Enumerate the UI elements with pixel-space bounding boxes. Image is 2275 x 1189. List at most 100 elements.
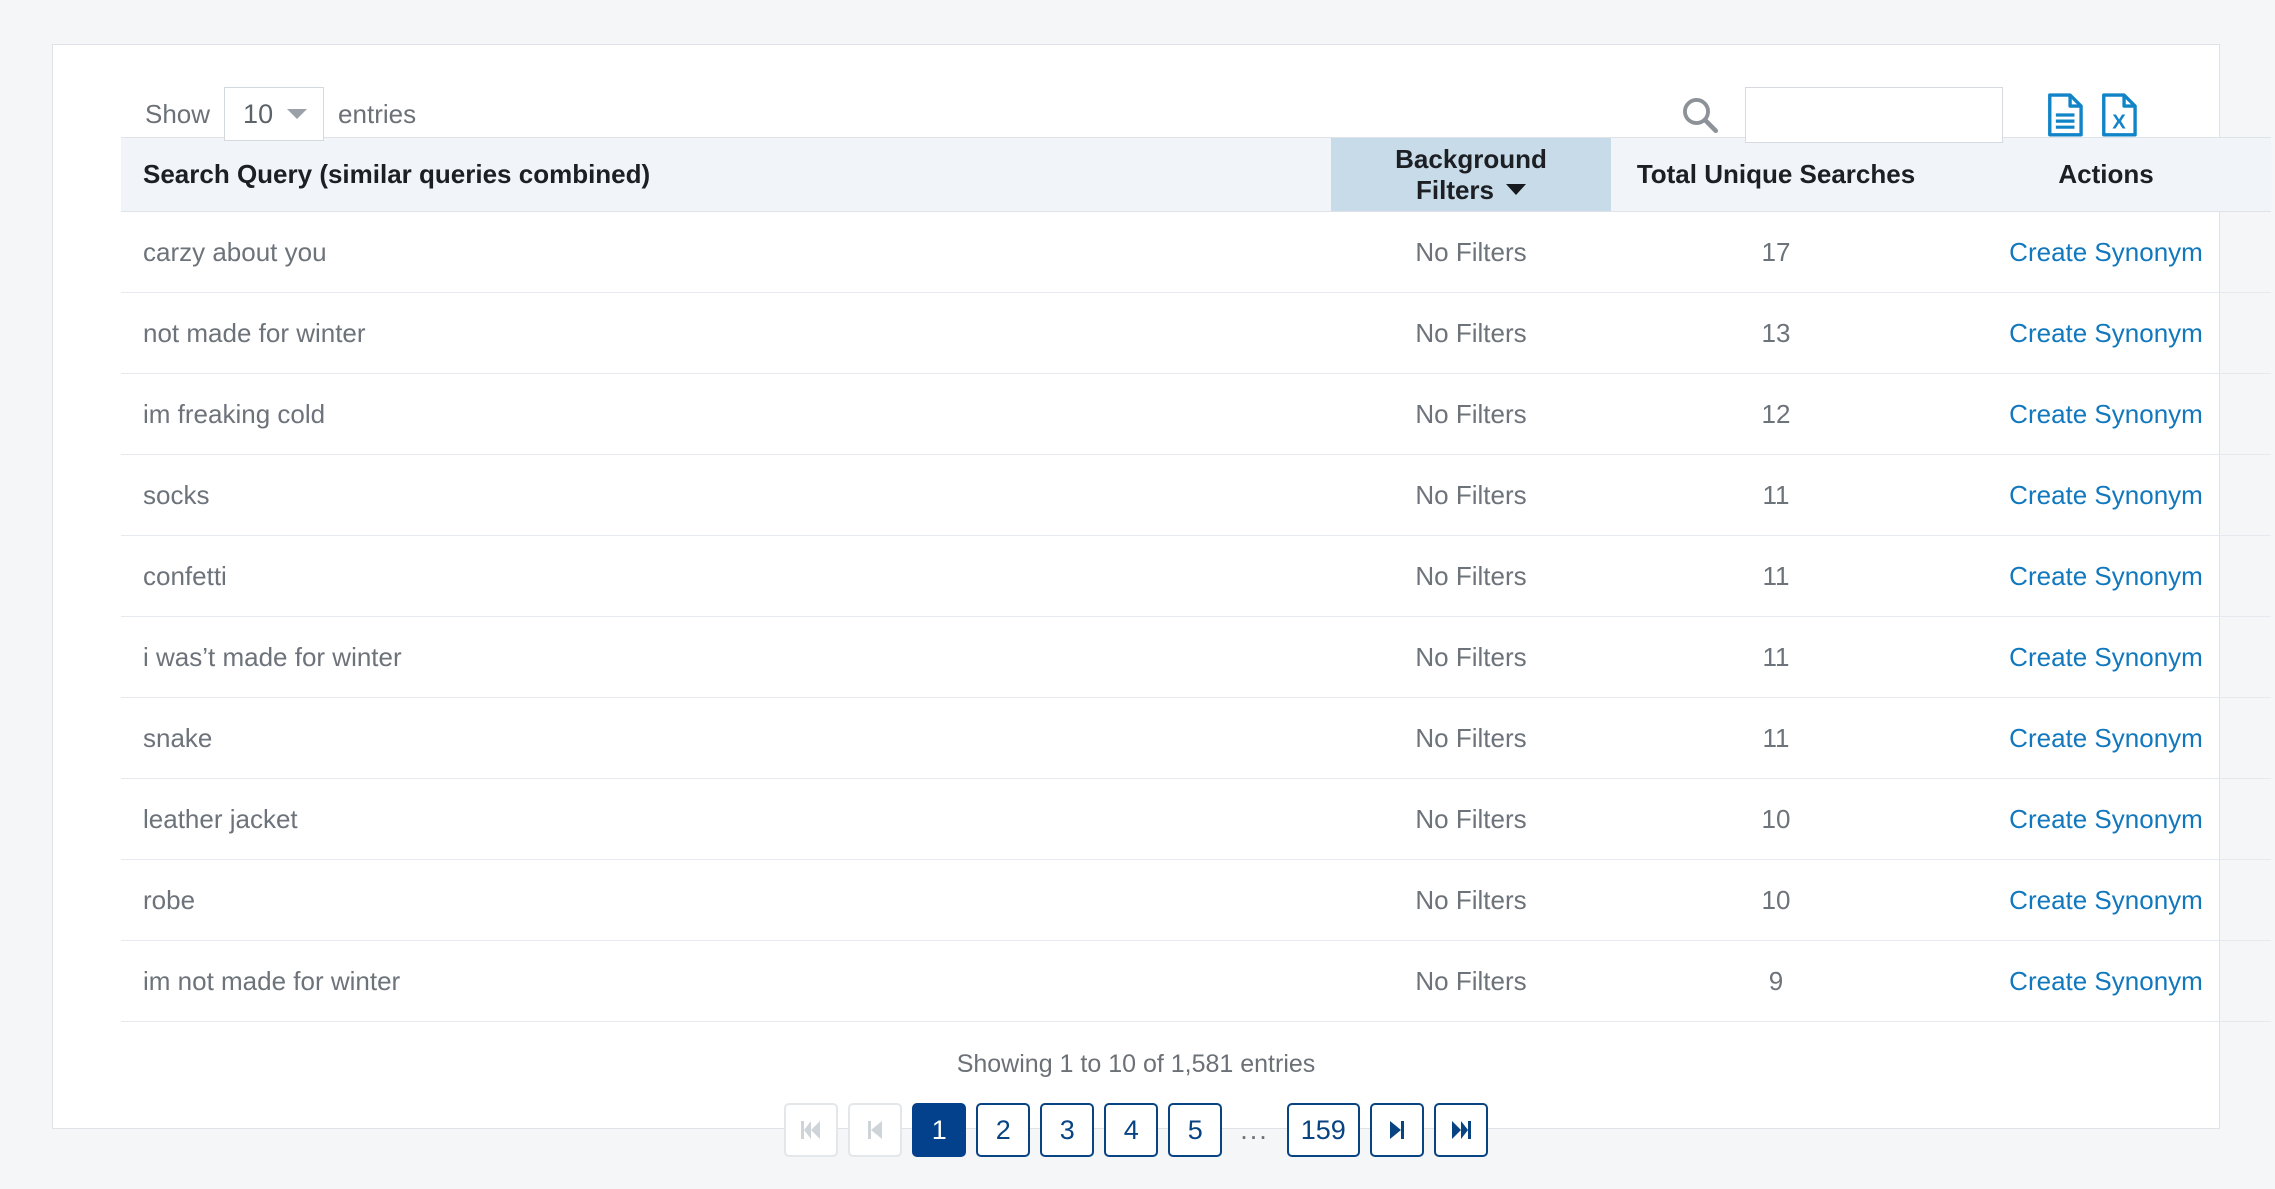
create-synonym-link[interactable]: Create Synonym [2009, 723, 2203, 753]
cell-actions: Create Synonym [1941, 454, 2271, 536]
create-synonym-link[interactable]: Create Synonym [2009, 966, 2203, 996]
page-length-select[interactable]: 10 [224, 87, 325, 141]
page-length-suffix: entries [338, 98, 417, 129]
table-body: carzy about you No Filters 17 Create Synony… [121, 211, 2271, 1022]
cell-search-query: socks [121, 454, 1331, 536]
table-container: Search Query (similar queries combined) … [121, 137, 2271, 1022]
cell-search-query: snake [121, 697, 1331, 779]
table-row: socks No Filters 11 Create Synonym [121, 454, 2271, 536]
cell-search-query: carzy about you [121, 211, 1331, 293]
search-icon [1683, 98, 1719, 134]
first-page-icon [801, 1121, 821, 1139]
cell-background-filters: No Filters [1331, 859, 1611, 941]
pagination-page-4[interactable]: 4 [1104, 1103, 1159, 1157]
cell-background-filters: No Filters [1331, 778, 1611, 860]
create-synonym-link[interactable]: Create Synonym [2009, 642, 2203, 672]
page-length-label: Show [145, 98, 211, 129]
cell-background-filters: No Filters [1331, 697, 1611, 779]
excel-export-icon[interactable]: X [2099, 93, 2139, 137]
table-info: Showing 1 to 10 of 1,581 entries [956, 1050, 1316, 1078]
table-row: not made for winter No Filters 13 Create Sy… [121, 292, 2271, 374]
cell-total-unique-searches: 11 [1611, 616, 1941, 698]
pagination-page-1[interactable]: 1 [912, 1103, 967, 1157]
table-toolbar: Show 10 entries X [93, 45, 2179, 143]
cell-actions: Create Synonym [1941, 859, 2271, 941]
pagination-page-1-label: 1 [931, 1114, 947, 1145]
cell-search-query: not made for winter [121, 292, 1331, 374]
svg-text:X: X [2112, 112, 2126, 134]
cell-total-unique-searches: 11 [1611, 697, 1941, 779]
cell-total-unique-searches: 9 [1611, 940, 1941, 1022]
cell-actions: Create Synonym [1941, 535, 2271, 617]
datatable-card: Show 10 entries X Search Query (similar … [52, 44, 2271, 1157]
cell-search-query: i was’t made for winter [121, 616, 1331, 698]
cell-background-filters: No Filters [1331, 940, 1611, 1022]
cell-total-unique-searches: 12 [1611, 373, 1941, 455]
cell-actions: Create Synonym [1941, 778, 2271, 860]
column-header-total-unique-searches[interactable]: Total Unique Searches [1611, 137, 1941, 212]
last-page-icon [1451, 1121, 1471, 1139]
table-row: carzy about you No Filters 17 Create Synony… [121, 211, 2271, 293]
table-head: Search Query (similar queries combined) … [121, 137, 2271, 212]
cell-total-unique-searches: 11 [1611, 535, 1941, 617]
pagination-last-page-number[interactable]: 159 [1286, 1103, 1360, 1157]
cell-actions: Create Synonym [1941, 373, 2271, 455]
cell-actions: Create Synonym [1941, 616, 2271, 698]
cell-background-filters: No Filters [1331, 535, 1611, 617]
cell-background-filters: No Filters [1331, 373, 1611, 455]
pagination-last-button[interactable] [1433, 1103, 1488, 1157]
pagination-page-3[interactable]: 3 [1040, 1103, 1095, 1157]
pagination-previous-button[interactable] [848, 1103, 903, 1157]
table-row: snake No Filters 11 Create Synonym [121, 697, 2271, 779]
pagination-ellipsis: ... [1240, 1114, 1269, 1145]
create-synonym-link[interactable]: Create Synonym [2009, 399, 2203, 429]
column-header-search-query[interactable]: Search Query (similar queries combined) [121, 137, 1331, 212]
table-row: i was’t made for winter No Filters 11 Creat… [121, 616, 2271, 698]
cell-background-filters: No Filters [1331, 454, 1611, 536]
next-page-icon [1389, 1121, 1404, 1139]
document-export-icon[interactable] [2045, 93, 2085, 137]
cell-total-unique-searches: 13 [1611, 292, 1941, 374]
pagination-page-4-label: 4 [1123, 1114, 1139, 1145]
create-synonym-link[interactable]: Create Synonym [2009, 561, 2203, 591]
create-synonym-link[interactable]: Create Synonym [2009, 885, 2203, 915]
column-header-total-unique-searches-label: Total Unique Searches [1636, 159, 1916, 189]
create-synonym-link[interactable]: Create Synonym [2009, 237, 2203, 267]
cell-total-unique-searches: 17 [1611, 211, 1941, 293]
pagination-next-button[interactable] [1369, 1103, 1424, 1157]
previous-page-icon [868, 1121, 883, 1139]
column-header-actions-label: Actions [2058, 159, 2154, 189]
pagination-page-5[interactable]: 5 [1168, 1103, 1223, 1157]
table-row: im freaking cold No Filters 12 Create Synon… [121, 373, 2271, 455]
table-row: robe No Filters 10 Create Synonym [121, 859, 2271, 941]
pagination-page-5-label: 5 [1187, 1114, 1203, 1145]
search-area: X [1679, 87, 2139, 143]
cell-actions: Create Synonym [1941, 292, 2271, 374]
pagination-page-2-label: 2 [995, 1114, 1011, 1145]
cell-background-filters: No Filters [1331, 211, 1611, 293]
create-synonym-link[interactable]: Create Synonym [2009, 318, 2203, 348]
pagination-last-page-number-label: 159 [1300, 1114, 1346, 1145]
table-row: im not made for winter No Filters 9 Create … [121, 940, 2271, 1022]
column-header-background-filters[interactable]: Background Filters [1331, 137, 1611, 212]
table-row: confetti No Filters 11 Create Synonym [121, 535, 2271, 617]
cell-total-unique-searches: 11 [1611, 454, 1941, 536]
table-row: leather jacket No Filters 10 Create Synonym [121, 778, 2271, 860]
create-synonym-link[interactable]: Create Synonym [2009, 804, 2203, 834]
page-length-control: Show 10 entries [145, 87, 416, 141]
page-length-value: 10 [243, 98, 274, 129]
cell-background-filters: No Filters [1331, 292, 1611, 374]
pagination-page-2[interactable]: 2 [976, 1103, 1031, 1157]
pagination-page-3-label: 3 [1059, 1114, 1075, 1145]
export-buttons: X [2045, 93, 2139, 137]
pagination: 1 2 3 4 5 ... 159 [53, 1103, 2219, 1157]
cell-background-filters: No Filters [1331, 616, 1611, 698]
cell-actions: Create Synonym [1941, 697, 2271, 779]
pagination-first-button[interactable] [784, 1103, 839, 1157]
column-header-actions[interactable]: Actions [1941, 137, 2271, 212]
search-queries-table: Search Query (similar queries combined) … [121, 137, 2271, 1022]
cell-search-query: robe [121, 859, 1331, 941]
create-synonym-link[interactable]: Create Synonym [2009, 480, 2203, 510]
search-input[interactable] [1745, 87, 2003, 143]
column-header-search-query-label: Search Query (similar queries combined) [143, 159, 651, 189]
